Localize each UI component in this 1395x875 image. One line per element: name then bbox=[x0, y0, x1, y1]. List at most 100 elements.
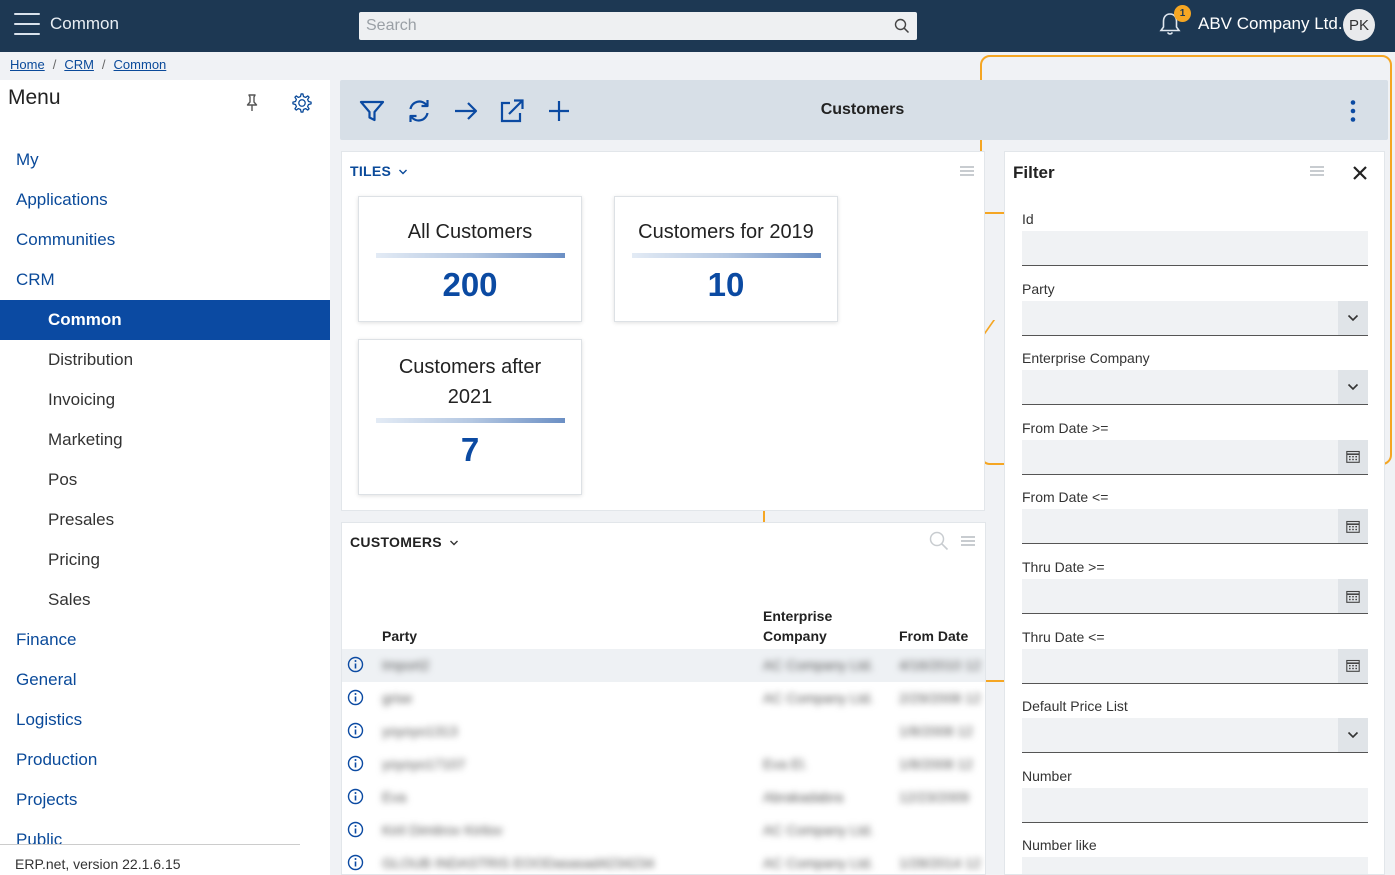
calendar-icon bbox=[1346, 451, 1360, 464]
menu-item-general[interactable]: General bbox=[0, 660, 330, 700]
info-icon[interactable] bbox=[347, 854, 364, 871]
cell-enterprise-company: Abrakadabra bbox=[763, 789, 844, 805]
drag-handle-icon[interactable] bbox=[961, 536, 975, 546]
tile-customers-2019[interactable]: Customers for 2019 10 bbox=[614, 196, 838, 322]
dropdown-button[interactable] bbox=[1338, 718, 1368, 754]
cell-party: GLOUB INDASTRIS EOODasasad4234234 bbox=[382, 855, 655, 871]
table-row[interactable]: GLOUB INDASTRIS EOODasasad4234234 AC Comp… bbox=[342, 847, 985, 874]
gear-icon[interactable] bbox=[291, 92, 313, 114]
info-icon[interactable] bbox=[347, 689, 364, 706]
customers-header[interactable]: CUSTOMERS bbox=[350, 534, 459, 550]
tile-bar bbox=[376, 253, 565, 258]
filter-field-thru-date[interactable] bbox=[1022, 648, 1338, 684]
filter-label-from-date: From Date >= bbox=[1022, 419, 1109, 436]
menu-item-common[interactable]: Common bbox=[0, 300, 330, 340]
hamburger-menu-icon[interactable] bbox=[14, 13, 40, 35]
filter-label-from-date: From Date <= bbox=[1022, 489, 1109, 506]
breadcrumb-common[interactable]: Common bbox=[114, 57, 167, 72]
table-row[interactable]: grise AC Company Ltd. 2/29/2008 12 bbox=[342, 682, 985, 715]
cell-from-date: 1/8/2008 12 bbox=[899, 723, 973, 739]
table-row[interactable]: Import2 AC Company Ltd. 4/16/2010 12 bbox=[342, 649, 985, 682]
search-icon[interactable] bbox=[929, 531, 949, 551]
cell-party: yoyoyo17107 bbox=[382, 756, 466, 772]
filter-field-enterprise-company[interactable] bbox=[1022, 370, 1338, 406]
menu-item-finance[interactable]: Finance bbox=[0, 620, 330, 660]
more-vertical-icon[interactable] bbox=[1347, 99, 1359, 123]
dropdown-button[interactable] bbox=[1338, 370, 1368, 406]
menu-item-pos[interactable]: Pos bbox=[0, 460, 330, 500]
info-icon[interactable] bbox=[347, 656, 364, 673]
menu-item-marketing[interactable]: Marketing bbox=[0, 420, 330, 460]
table-row[interactable]: yoyoyo17107 Eva El. 1/8/2008 12 bbox=[342, 748, 985, 781]
decoration-line bbox=[985, 212, 1005, 214]
menu-item-applications[interactable]: Applications bbox=[0, 180, 330, 220]
menu-item-invoicing[interactable]: Invoicing bbox=[0, 380, 330, 420]
filter-label-number: Number bbox=[1022, 767, 1072, 784]
cell-party: yoyoyo1313 bbox=[382, 723, 458, 739]
menu-item-pricing[interactable]: Pricing bbox=[0, 540, 330, 580]
search-input[interactable] bbox=[359, 12, 917, 40]
decoration-line bbox=[763, 511, 765, 522]
company-name[interactable]: ABV Company Ltd. bbox=[1198, 14, 1343, 34]
filter-field-default-price-list[interactable] bbox=[1022, 718, 1338, 754]
info-icon[interactable] bbox=[347, 722, 364, 739]
cell-from-date: 1/8/2008 12 bbox=[899, 756, 973, 772]
close-icon[interactable] bbox=[1352, 165, 1368, 181]
dropdown-button[interactable] bbox=[1338, 300, 1368, 336]
filter-field-from-date[interactable] bbox=[1022, 509, 1338, 545]
tile-all-customers[interactable]: All Customers 200 bbox=[358, 196, 582, 322]
menu-item-my[interactable]: My bbox=[0, 140, 330, 180]
breadcrumb-crm[interactable]: CRM bbox=[64, 57, 94, 72]
drag-handle-icon[interactable] bbox=[1310, 166, 1324, 176]
filter-field-party[interactable] bbox=[1022, 300, 1338, 336]
pin-icon[interactable] bbox=[244, 93, 260, 113]
tiles-header[interactable]: TILES bbox=[350, 163, 408, 179]
search-icon[interactable] bbox=[894, 18, 910, 34]
calendar-icon bbox=[1346, 590, 1360, 603]
chevron-down-icon bbox=[1347, 314, 1359, 321]
tile-customers-after-2021[interactable]: Customers after 2021 7 bbox=[358, 339, 582, 495]
menu-item-logistics[interactable]: Logistics bbox=[0, 700, 330, 740]
filter-field-from-date[interactable] bbox=[1022, 439, 1338, 475]
app-title: Common bbox=[50, 14, 119, 33]
column-header-enterprise-company[interactable]: Enterprise Company bbox=[763, 606, 853, 646]
drag-handle-icon[interactable] bbox=[960, 166, 974, 176]
filter-field-number[interactable] bbox=[1022, 787, 1368, 823]
cell-enterprise-company: AC Company Ltd. bbox=[763, 690, 874, 706]
date-picker-button[interactable] bbox=[1338, 579, 1368, 614]
filter-field-number-like[interactable] bbox=[1022, 857, 1368, 874]
avatar[interactable]: PK bbox=[1343, 9, 1375, 41]
filter-field-thru-date[interactable] bbox=[1022, 579, 1338, 614]
breadcrumb-separator: / bbox=[52, 57, 57, 72]
column-header-from-date[interactable]: From Date bbox=[899, 626, 968, 646]
calendar-icon bbox=[1346, 660, 1360, 672]
filter-field-id[interactable] bbox=[1022, 231, 1368, 266]
menu-item-presales[interactable]: Presales bbox=[0, 500, 330, 540]
table-row[interactable]: yoyoyo1313 1/8/2008 12 bbox=[342, 715, 985, 748]
filter-label-thru-date: Thru Date >= bbox=[1022, 559, 1105, 575]
date-picker-button[interactable] bbox=[1338, 439, 1368, 475]
menu-item-communities[interactable]: Communities bbox=[0, 220, 330, 260]
cell-enterprise-company: AC Company Ltd. bbox=[763, 657, 874, 673]
menu-item-projects[interactable]: Projects bbox=[0, 780, 330, 820]
menu-item-crm[interactable]: CRM bbox=[0, 260, 330, 300]
table-row[interactable]: Kiril Dimitrov Kirilov AC Company Ltd. bbox=[342, 814, 985, 847]
info-icon[interactable] bbox=[347, 821, 364, 838]
info-icon[interactable] bbox=[347, 755, 364, 772]
table-row[interactable]: Eva Abrakadabra 12/23/2009 bbox=[342, 781, 985, 814]
menu-item-sales[interactable]: Sales bbox=[0, 580, 330, 620]
menu-item-production[interactable]: Production bbox=[0, 740, 330, 780]
cell-enterprise-company: Eva El. bbox=[763, 756, 808, 772]
date-picker-button[interactable] bbox=[1338, 509, 1368, 545]
menu-title: Menu bbox=[8, 86, 61, 109]
cell-enterprise-company: AC Company Ltd. bbox=[763, 822, 874, 838]
date-picker-button[interactable] bbox=[1338, 648, 1368, 684]
menu-item-distribution[interactable]: Distribution bbox=[0, 340, 330, 380]
cell-from-date: 12/23/2009 bbox=[899, 789, 970, 805]
column-header-party[interactable]: Party bbox=[382, 626, 417, 646]
filter-title: Filter bbox=[1013, 163, 1055, 182]
breadcrumb-home[interactable]: Home bbox=[10, 57, 45, 72]
info-icon[interactable] bbox=[347, 788, 364, 805]
chevron-down-icon bbox=[1347, 732, 1359, 739]
tile-title: Customers for 2019 bbox=[638, 221, 814, 243]
